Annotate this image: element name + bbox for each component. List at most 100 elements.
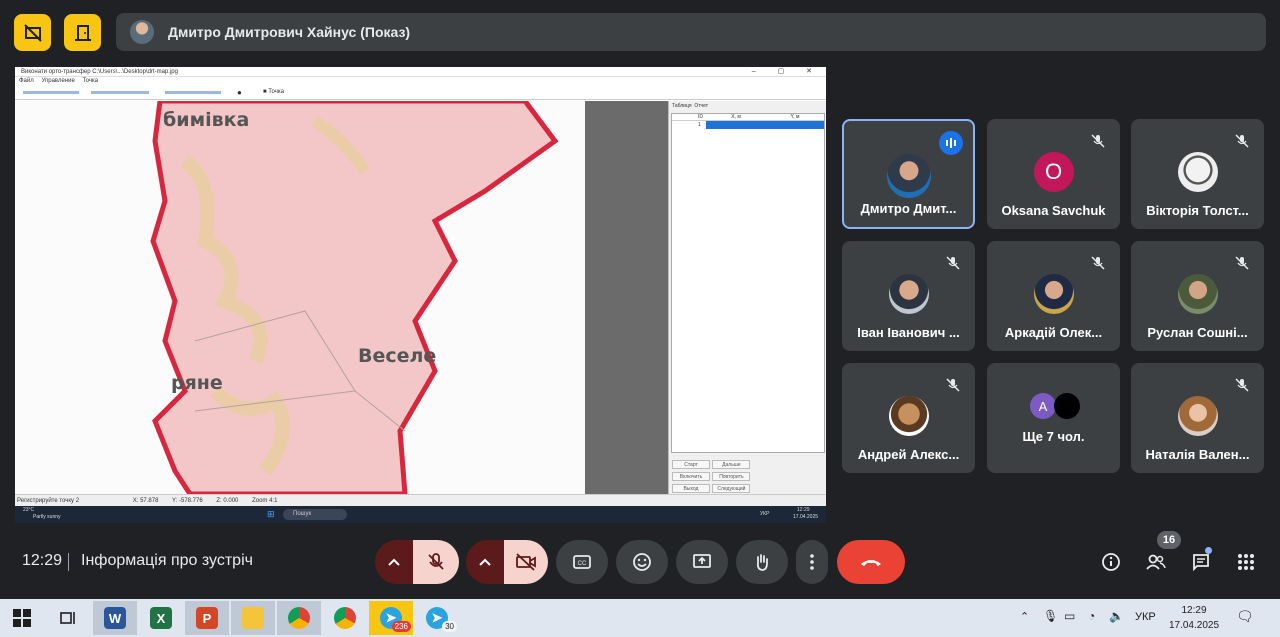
- system-date: 17.04.2025: [1168, 620, 1220, 631]
- window-controls: – ▢ ✕: [751, 68, 822, 75]
- shared-screen: Виконати орто-трансфер C:\Users\...\Desk…: [15, 67, 826, 523]
- mic-off-icon: [1232, 253, 1252, 273]
- window-title-text: Виконати орто-трансфер C:\Users\...\Desk…: [21, 69, 178, 75]
- participant-name: Вікторія Толст...: [1146, 203, 1249, 218]
- captions-button[interactable]: CC: [556, 540, 608, 584]
- participant-tile-3[interactable]: Вікторія Толст...: [1131, 119, 1264, 229]
- avatar: O: [1033, 152, 1074, 192]
- keyboard-language[interactable]: УКР: [1135, 611, 1156, 623]
- map-label-1: бимівка: [163, 109, 250, 131]
- side-buttons: Старт Дальше Включить Повторить Выход Сл…: [671, 459, 825, 495]
- next-button: Дальше: [712, 460, 751, 469]
- powerpoint-app[interactable]: P: [185, 601, 229, 635]
- excel-app[interactable]: X: [139, 601, 183, 635]
- notifications-icon[interactable]: 🗨: [1236, 608, 1254, 625]
- volume-icon[interactable]: 🔈: [1109, 609, 1124, 623]
- system-clock[interactable]: 12:29 17.04.2025: [1168, 603, 1220, 633]
- explorer-app[interactable]: [231, 601, 275, 635]
- speaking-icon: [939, 131, 963, 155]
- participant-name: Руслан Сошні...: [1147, 325, 1248, 340]
- participant-tile-6[interactable]: Руслан Сошні...: [1131, 241, 1264, 351]
- window-title: Виконати орто-трансфер C:\Users\...\Desk…: [15, 67, 826, 77]
- mic-off-icon: [1232, 131, 1252, 151]
- tab-report: Отчет: [694, 103, 709, 109]
- screen-share-off-button[interactable]: [14, 14, 51, 51]
- chrome-icon: [288, 607, 310, 629]
- raise-hand-button[interactable]: [736, 540, 788, 584]
- meeting-details-link[interactable]: Інформація про зустріч: [81, 552, 253, 570]
- participant-tile-5[interactable]: Аркадій Олек...: [987, 241, 1120, 351]
- mic-toggle-button[interactable]: [413, 540, 459, 584]
- word-app[interactable]: W: [93, 601, 137, 635]
- activities-button[interactable]: [1231, 547, 1261, 577]
- leave-presentation-button[interactable]: [64, 14, 101, 51]
- map-view: бимівка Веселе ряне: [15, 101, 585, 494]
- participant-tile-9[interactable]: Наталія Вален...: [1131, 363, 1264, 473]
- presenter-name: Дмитро Дмитрович Хайнус (Показ): [168, 24, 411, 40]
- map-label-2: Веселе: [358, 345, 437, 367]
- tray-chevron-icon[interactable]: ⌃: [1020, 610, 1029, 623]
- status-zoom: Zoom 4:1: [252, 498, 278, 504]
- participant-tile-7[interactable]: Андрей Алекс...: [842, 363, 975, 473]
- camera-toggle-button[interactable]: [504, 540, 548, 584]
- present-button[interactable]: [676, 540, 728, 584]
- windows-taskbar: W X P ➤ 236 ➤ 30 ⌃ 🎙 ▭ ◔ 🔈 УКР 12:29 17.…: [0, 599, 1280, 637]
- meeting-info-button[interactable]: [1096, 547, 1126, 577]
- present-screen-icon: [693, 554, 711, 568]
- repeat-button: Повторить: [712, 472, 751, 481]
- shared-date: 17.04.2025: [793, 514, 819, 520]
- more-options-button[interactable]: [796, 540, 828, 584]
- word-icon: W: [104, 607, 126, 629]
- status-bar: Регистрируйте точку 2 X: 57.878 Y: -578.…: [15, 494, 826, 506]
- following-button: Следующий: [712, 484, 751, 493]
- slider-2: [91, 91, 149, 94]
- audio-options-button[interactable]: [375, 540, 413, 584]
- reactions-button[interactable]: [616, 540, 668, 584]
- end-call-icon: [861, 560, 881, 566]
- participant-tile-more[interactable]: A Ще 7 чол.: [987, 363, 1120, 473]
- chrome-app-2[interactable]: [323, 601, 367, 635]
- windows-logo-icon: [13, 609, 31, 627]
- mic-tray-icon[interactable]: 🎙: [1043, 609, 1058, 623]
- participant-tile-4[interactable]: Іван Іванович ...: [842, 241, 975, 351]
- participant-name: Ще 7 чол.: [1022, 429, 1085, 444]
- telegram-app-1[interactable]: ➤ 236: [369, 601, 413, 635]
- emoji-icon: [633, 553, 651, 571]
- task-view-button[interactable]: [46, 601, 90, 635]
- telegram-badge-1: 236: [391, 621, 411, 632]
- mic-off-icon: [1232, 375, 1252, 395]
- participant-tile-2[interactable]: O Oksana Savchuk: [987, 119, 1120, 229]
- avatar: [1177, 274, 1218, 314]
- chevron-up-icon: [388, 558, 400, 566]
- svg-text:CC: CC: [578, 561, 587, 567]
- start-button[interactable]: [0, 601, 44, 635]
- people-button[interactable]: [1141, 547, 1171, 577]
- grid-row: 1: [672, 121, 824, 129]
- grid-row-selected: [706, 121, 824, 129]
- chat-button[interactable]: [1186, 547, 1216, 577]
- leave-call-button[interactable]: [837, 540, 905, 584]
- points-grid: ID X, м Y, м 1: [671, 113, 825, 453]
- participant-name: Наталія Вален...: [1145, 447, 1250, 462]
- avatar: [888, 396, 929, 436]
- presenter-avatar: [130, 20, 154, 44]
- avatar: [888, 274, 929, 314]
- avatar: [1033, 274, 1074, 314]
- status-z: Z: 0.000: [216, 498, 239, 504]
- folder-icon: [242, 607, 264, 629]
- participant-tile-1[interactable]: Дмитро Дмит...: [842, 119, 975, 229]
- battery-icon[interactable]: ▭: [1064, 609, 1075, 623]
- point-checkbox: ■ Точка: [263, 89, 284, 95]
- more-avatar-dark: [1054, 393, 1080, 419]
- meeting-clock: 12:29: [22, 552, 63, 569]
- video-options-button[interactable]: [466, 540, 504, 584]
- mic-off-icon: [943, 253, 963, 273]
- telegram-app-2[interactable]: ➤ 30: [415, 601, 459, 635]
- tool-icon: ●: [237, 88, 242, 97]
- chrome-app-1[interactable]: [277, 601, 321, 635]
- avatar: [1177, 396, 1218, 436]
- status-x: X: 57.878: [132, 498, 159, 504]
- weather-temp: 23°C: [23, 507, 35, 513]
- chat-icon: [1193, 554, 1209, 572]
- wifi-icon[interactable]: ◔: [1088, 609, 1095, 623]
